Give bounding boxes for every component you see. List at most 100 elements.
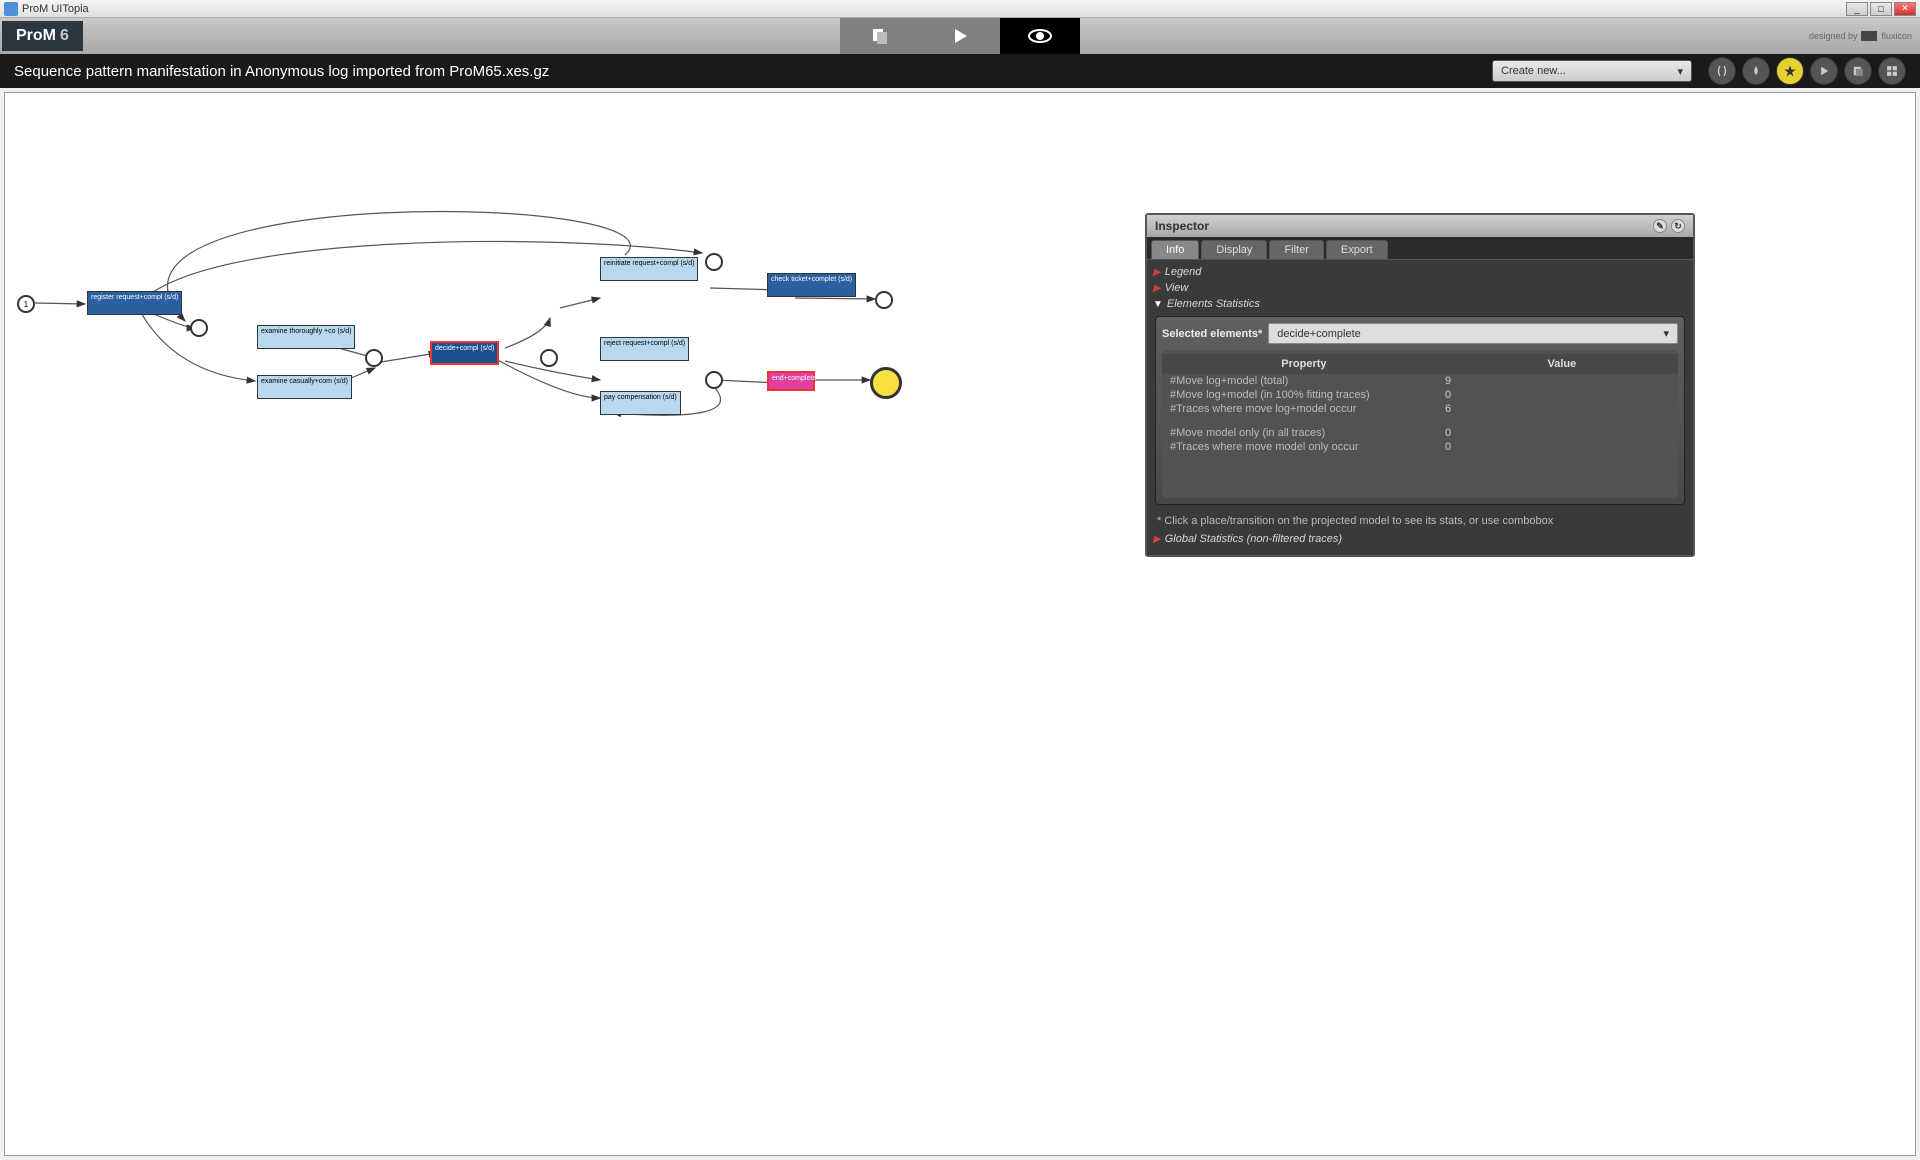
model-canvas[interactable]: 1 register request+compl (s/d) examine t…	[4, 92, 1916, 1156]
start-token: 1	[24, 300, 28, 309]
selected-elements-label: Selected elements*	[1162, 328, 1262, 340]
stats-row: #Traces where move log+model occur6	[1162, 402, 1678, 416]
maximize-button[interactable]: □	[1870, 2, 1892, 16]
tab-actions[interactable]	[920, 18, 1000, 54]
stack-icon	[1851, 64, 1865, 78]
transition-decide[interactable]: decide+compl (s/d)	[430, 341, 499, 365]
transition-end[interactable]: end+complete	[767, 371, 815, 391]
tab-filter[interactable]: Filter	[1269, 240, 1323, 259]
val-cell: 0	[1445, 441, 1670, 453]
val-cell: 0	[1445, 389, 1670, 401]
grid-button[interactable]	[1878, 57, 1906, 85]
close-button[interactable]: ✕	[1894, 2, 1916, 16]
place-start[interactable]: 1	[17, 295, 35, 313]
tab-views[interactable]	[1000, 18, 1080, 54]
os-titlebar: ProM UITopia _ □ ✕	[0, 0, 1920, 18]
collapsed-arrow-icon: ▶	[1153, 267, 1161, 278]
place-p5[interactable]	[705, 371, 723, 389]
star-button[interactable]	[1776, 57, 1804, 85]
tab-info[interactable]: Info	[1151, 240, 1199, 259]
transition-reject[interactable]: reject request+compl (s/d)	[600, 337, 689, 361]
tab-workspace[interactable]	[840, 18, 920, 54]
transition-pay-compensation[interactable]: pay compensation (s/d)	[600, 391, 681, 415]
prom-logo: ProM 6	[2, 21, 83, 51]
place-p4[interactable]	[705, 253, 723, 271]
transition-examine-casual[interactable]: examine casually+com (s/d)	[257, 375, 352, 399]
window-title: ProM UITopia	[22, 3, 1846, 15]
fluxicon-icon	[1861, 31, 1877, 41]
canvas-area: 1 register request+compl (s/d) examine t…	[0, 88, 1920, 1160]
val-cell: 6	[1445, 403, 1670, 415]
fluxicon-label: fluxicon	[1881, 31, 1912, 41]
section-view[interactable]: ▶ View	[1153, 280, 1687, 296]
designed-by-label: designed by	[1809, 31, 1858, 41]
droplet-icon	[1749, 64, 1763, 78]
collapsed-arrow-icon: ▶	[1153, 283, 1161, 294]
droplet-button[interactable]	[1742, 57, 1770, 85]
stats-header: Property Value	[1162, 354, 1678, 374]
section-elem-stats-label: Elements Statistics	[1167, 298, 1260, 310]
logo-text: ProM	[16, 27, 56, 45]
place-p2[interactable]	[365, 349, 383, 367]
selected-elements-value: decide+complete	[1277, 328, 1360, 340]
stats-box: Selected elements* decide+complete ▾ Pro…	[1155, 316, 1685, 505]
prop-cell: #Traces where move log+model occur	[1170, 403, 1445, 415]
create-new-dropdown[interactable]: Create new... ▾	[1492, 60, 1692, 82]
stats-row: #Move log+model (total)9	[1162, 374, 1678, 388]
col-property: Property	[1162, 358, 1446, 370]
collapsed-arrow-icon: ▶	[1153, 534, 1161, 545]
section-elem-stats[interactable]: ▼ Elements Statistics	[1153, 296, 1687, 312]
app-header: ProM 6 designed by fluxicon	[0, 18, 1920, 54]
section-legend[interactable]: ▶ Legend	[1153, 264, 1687, 280]
grid-icon	[1885, 64, 1899, 78]
prop-cell: #Move model only (in all traces)	[1170, 427, 1445, 439]
val-cell: 9	[1445, 375, 1670, 387]
page-title: Sequence pattern manifestation in Anonym…	[14, 63, 1492, 80]
transition-examine-thorough[interactable]: examine thoroughly +co (s/d)	[257, 325, 355, 349]
transition-register[interactable]: register request+compl (s/d)	[87, 291, 182, 315]
col-value: Value	[1446, 358, 1678, 370]
tab-display[interactable]: Display	[1201, 240, 1267, 259]
prop-cell: #Traces where move model only occur	[1170, 441, 1445, 453]
inspector-title-label: Inspector	[1155, 219, 1209, 233]
val-cell: 0	[1445, 427, 1670, 439]
stats-table: Property Value #Move log+model (total)9 …	[1162, 350, 1678, 498]
chevron-down-icon: ▾	[1677, 65, 1683, 78]
prop-cell: #Move log+model (in 100% fitting traces)	[1170, 389, 1445, 401]
play-button[interactable]	[1810, 57, 1838, 85]
place-p1[interactable]	[190, 319, 208, 337]
chevron-down-icon: ▾	[1663, 327, 1669, 340]
stack-button[interactable]	[1844, 57, 1872, 85]
section-legend-label: Legend	[1165, 266, 1202, 278]
place-p3[interactable]	[540, 349, 558, 367]
transition-reinitiate[interactable]: reinitiate request+compl (s/d)	[600, 257, 698, 281]
expanded-arrow-icon: ▼	[1153, 299, 1163, 310]
inspector-titlebar[interactable]: Inspector ✎ ↻	[1147, 215, 1693, 237]
workspace-icon	[870, 26, 890, 46]
place-final[interactable]	[870, 367, 902, 399]
subheader: Sequence pattern manifestation in Anonym…	[0, 54, 1920, 88]
app-icon	[4, 2, 18, 16]
section-global-label: Global Statistics (non-filtered traces)	[1165, 533, 1342, 545]
stats-row: #Move model only (in all traces)0	[1162, 426, 1678, 440]
play-small-icon	[1817, 64, 1831, 78]
branding: designed by fluxicon	[1809, 31, 1912, 41]
section-global-stats[interactable]: ▶ Global Statistics (non-filtered traces)	[1153, 531, 1687, 547]
inspector-settings-icon[interactable]: ✎	[1653, 219, 1667, 233]
inspector-panel: Inspector ✎ ↻ Info Display Filter Export…	[1145, 213, 1695, 557]
place-p6[interactable]	[875, 291, 893, 309]
tab-export[interactable]: Export	[1326, 240, 1388, 259]
parentheses-button[interactable]	[1708, 57, 1736, 85]
prop-cell: #Move log+model (total)	[1170, 375, 1445, 387]
transition-check-ticket[interactable]: check ticket+complet (s/d)	[767, 273, 856, 297]
star-icon	[1783, 64, 1797, 78]
inspector-refresh-icon[interactable]: ↻	[1671, 219, 1685, 233]
selected-elements-dropdown[interactable]: decide+complete ▾	[1268, 323, 1678, 344]
stats-row: #Move log+model (in 100% fitting traces)…	[1162, 388, 1678, 402]
stats-row: #Traces where move model only occur0	[1162, 440, 1678, 454]
section-view-label: View	[1165, 282, 1189, 294]
minimize-button[interactable]: _	[1846, 2, 1868, 16]
eye-icon	[1028, 26, 1052, 46]
inspector-body: ▶ Legend ▶ View ▼ Elements Statistics Selec…	[1147, 259, 1693, 555]
logo-version: 6	[60, 27, 69, 45]
